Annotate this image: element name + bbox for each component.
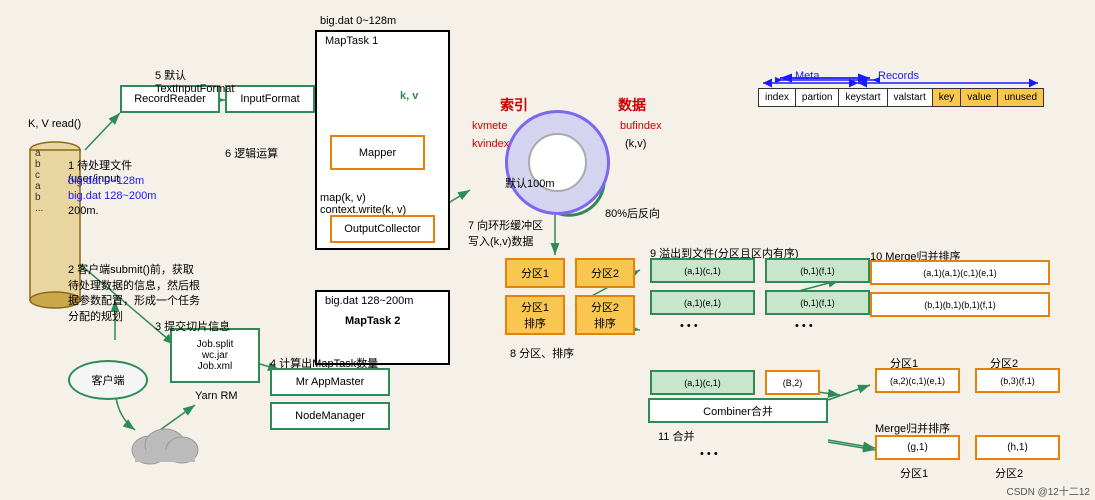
records-label: Records [878, 70, 919, 82]
slice-box: Job.split wc.jar Job.xml [170, 328, 260, 383]
merge-sort2-label: Merge归并排序 [875, 420, 950, 436]
default-text: 5 默认 TextInputFormat [155, 55, 234, 95]
footer: CSDN @12十二12 [1006, 483, 1090, 498]
kv-label: k, v [400, 90, 418, 102]
keystart-header: keystart [839, 89, 887, 106]
client-ellipse: 客户端 [68, 360, 148, 400]
mr-appmaster-box: Mr AppMaster [270, 368, 390, 396]
dots3: • • • [700, 448, 718, 460]
spill-box2: (b,1)(f,1) [765, 258, 870, 283]
partion-header: partion [796, 89, 840, 106]
logic-text: 6 逻辑运算 [225, 145, 278, 161]
bigdat2-label: big.dat 128~200m [325, 295, 413, 307]
combiner-box: Combiner合并 [648, 398, 828, 423]
partition2-bottom-label: 分区2 [995, 465, 1023, 481]
file-chars: abcab... [35, 148, 43, 214]
unused-header: unused [998, 89, 1043, 106]
combiner-merge1-box: (a,2)(c,1)(e,1) [875, 368, 960, 393]
kvindex-label: kvindex [472, 138, 509, 150]
inputformat-box: InputFormat [225, 85, 315, 113]
spill-box3: (a,1)(e,1) [650, 290, 755, 315]
partition2-mid-label: 分区2 [990, 355, 1018, 371]
bufindex-label: bufindex [620, 120, 662, 132]
slice-text: 3 提交切片信息 [155, 318, 230, 334]
map-func-text: map(k, v) context.write(k, v) [320, 180, 406, 216]
spill-box1: (a,1)(c,1) [650, 258, 755, 283]
percent-80-text: 80%后反向 [605, 205, 660, 221]
partition1-box: 分区1 [505, 258, 565, 288]
index-header: index [759, 89, 796, 106]
partition1-sort-box: 分区1 排序 [505, 295, 565, 335]
bigdat1-text: big.dat 0~128m [68, 175, 144, 187]
partition1-bottom-label: 分区1 [900, 465, 928, 481]
meta-label: Meta [795, 70, 819, 82]
yarn-rm-text: Yarn RM [195, 390, 238, 402]
partition2-sort-box: 分区2 排序 [575, 295, 635, 335]
node-manager-box: NodeManager [270, 402, 390, 430]
valstart-header: valstart [888, 89, 933, 106]
mapper-box: Mapper [330, 135, 425, 170]
section11-label: 11 合并 [658, 428, 694, 444]
index-table: index partion keystart valstart key valu… [758, 88, 1044, 107]
bigdat2-text: big.dat 128~200m [68, 190, 156, 202]
bigdat-label1: big.dat 0~128m [320, 15, 396, 27]
file-size-text: 200m. [68, 205, 99, 217]
dots2: • • • [795, 320, 813, 332]
spill-box4: (b,1)(f,1) [765, 290, 870, 315]
combiner-result2-box: (B,2) [765, 370, 820, 395]
merge-result2-box: (b,1)(b,1)(b,1)(f,1) [870, 292, 1050, 317]
combiner-merge2-box: (b,3)(f,1) [975, 368, 1060, 393]
default-100m-text: 默认100m [505, 175, 555, 191]
diagram-container: big.dat 0~128m MapTask 1 k, v InputForma… [0, 0, 1095, 500]
combiner-result1-box: (a,1)(c,1) [650, 370, 755, 395]
kvmete-label: kvmete [472, 120, 507, 132]
key-header: key [933, 89, 962, 106]
maptask2-label: MapTask 2 [345, 315, 400, 327]
cloud-svg [130, 420, 200, 465]
submit-text: 2 客户端submit()前，获取 待处理数据的信息，然后根 据参数配置，形成一… [68, 248, 200, 325]
merge-final1-box: (g,1) [875, 435, 960, 460]
output-collector-box: OutputCollector [330, 215, 435, 243]
kv-read-text: K, V read() [28, 118, 81, 130]
value-header: value [961, 89, 998, 106]
merge-final2-box: (h,1) [975, 435, 1060, 460]
kv-pair-label: (k,v) [625, 138, 646, 150]
merge-result1-box: (a,1)(a,1)(c,1)(e,1) [870, 260, 1050, 285]
partition1-mid-label: 分区1 [890, 355, 918, 371]
index-label: 索引 [500, 95, 528, 115]
dots1: • • • [680, 320, 698, 332]
write-ring-text: 7 向环形缓冲区 写入(k,v)数据 [468, 205, 543, 249]
data-label: 数据 [618, 95, 646, 115]
section8-label: 8 分区、排序 [510, 345, 574, 361]
cloud-container [130, 420, 200, 468]
partition2-box: 分区2 [575, 258, 635, 288]
maptask1-label: MapTask 1 [325, 35, 378, 47]
